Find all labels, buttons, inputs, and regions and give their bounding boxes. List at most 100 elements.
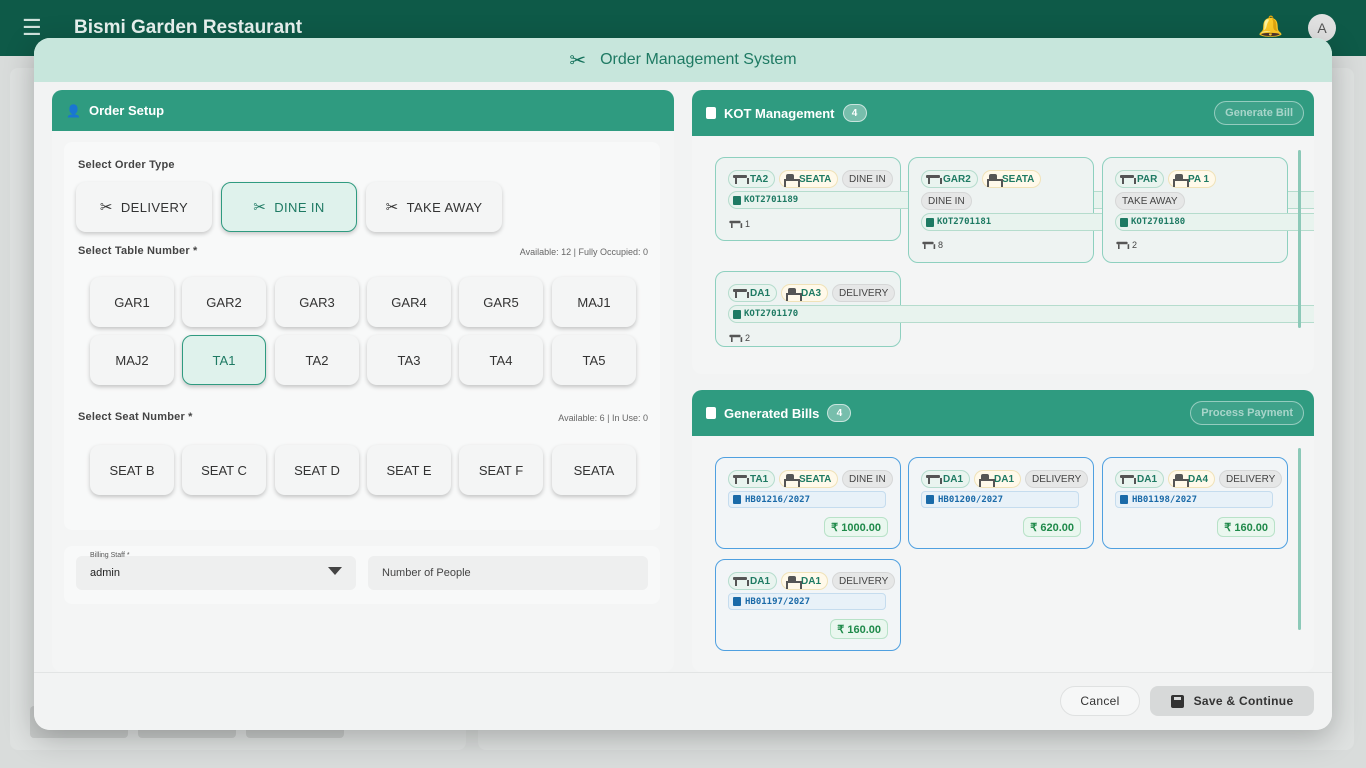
table-button-ta5[interactable]: TA5 <box>552 335 636 385</box>
kot-number-icon <box>733 195 741 205</box>
kot-card[interactable]: PARPA 1TAKE AWAYKOT27011802h33m2 <box>1102 157 1314 263</box>
seat-chip: DA1 <box>781 572 829 590</box>
seat-chip: SEATA <box>982 170 1042 188</box>
seat-button-seata[interactable]: SEATA <box>552 445 636 495</box>
order-type-label: TAKE AWAY <box>406 199 483 215</box>
billing-staff-value: admin <box>90 567 120 579</box>
order-type-label: Select Order Type <box>78 159 175 171</box>
table-icon <box>733 288 749 298</box>
seat-chip: DA3 <box>781 284 829 302</box>
order-type-dine-in-button[interactable]: ✂ DINE IN <box>221 182 357 232</box>
order-type-chip-text: TAKE AWAY <box>1122 195 1178 207</box>
bill-card[interactable]: DA1 DA1 DELIVERY HB01200/2027 ₹ 620.00 <box>908 457 1094 549</box>
process-payment-button[interactable]: Process Payment <box>1190 401 1304 425</box>
people-count: 2 <box>728 333 750 343</box>
table-icon <box>1120 474 1136 484</box>
kot-number-chip: KOT2701170 <box>728 305 1314 323</box>
kot-card[interactable]: TA2SEATADINE INKOT27011890h44m1 <box>715 157 1314 241</box>
table-button-gar3[interactable]: GAR3 <box>275 277 359 327</box>
modal-footer: Cancel Save & Continue <box>34 672 1332 730</box>
bills-title: Generated Bills <box>724 405 820 421</box>
table-button-gar4[interactable]: GAR4 <box>367 277 451 327</box>
table-button-ta4[interactable]: TA4 <box>459 335 543 385</box>
seat-button-seat-e[interactable]: SEAT E <box>367 445 451 495</box>
bill-card[interactable]: DA1 DA4 DELIVERY HB01198/2027 ₹ 160.00 <box>1102 457 1288 549</box>
kot-management-panel: KOT Management 4 Generate Bill TA2 SEATA D… <box>692 90 1314 374</box>
table-button-ta2[interactable]: TA2 <box>275 335 359 385</box>
save-continue-button[interactable]: Save & Continue <box>1150 686 1314 716</box>
table-chip-text: TA2 <box>750 173 769 185</box>
people-count-value: 8 <box>938 240 944 250</box>
table-chip: DA1 <box>921 470 971 488</box>
people-count: 8 <box>921 240 943 250</box>
seat-icon <box>1173 173 1189 187</box>
table-icon <box>733 474 749 484</box>
seat-button-seat-b[interactable]: SEAT B <box>90 445 174 495</box>
billing-staff-caption: Billing Staff * <box>90 552 130 559</box>
order-type-delivery-button[interactable]: ✂ DELIVERY <box>76 182 212 232</box>
order-setup-title: Order Setup <box>88 103 165 118</box>
table-button-gar1[interactable]: GAR1 <box>90 277 174 327</box>
order-type-chip: DINE IN <box>842 170 893 188</box>
bill-number: HB01197/2027 <box>728 593 886 610</box>
order-type-chip: DINE IN <box>842 470 893 488</box>
seat-button-seat-c[interactable]: SEAT C <box>182 445 266 495</box>
table-icon <box>926 474 942 484</box>
table-chip: GAR2 <box>921 170 978 188</box>
kot-card[interactable]: GAR2SEATADINE INKOT27011812h26m8 <box>908 157 1314 263</box>
order-setup-card: Select Order Type ✂ DELIVERY ✂ DINE IN ✂ TAKE… <box>64 142 660 530</box>
table-chip: DA1 <box>728 572 778 590</box>
seat-icon <box>784 173 800 187</box>
bill-amount: ₹ 620.00 <box>1023 517 1081 537</box>
bills-scrollbar[interactable] <box>1298 448 1301 630</box>
seat-icon <box>979 473 995 487</box>
table-icon <box>1120 174 1136 184</box>
table-button-maj1[interactable]: MAJ1 <box>552 277 636 327</box>
table-button-ta3[interactable]: TA3 <box>367 335 451 385</box>
utensils-icon: ✂ <box>385 199 399 216</box>
table-chip: PAR <box>1115 170 1165 188</box>
generate-bill-button[interactable]: Generate Bill <box>1214 101 1304 125</box>
order-type-take-away-button[interactable]: ✂ TAKE AWAY <box>366 182 502 232</box>
table-chip-text: DA1 <box>943 473 964 485</box>
seat-chip: PA 1 <box>1168 170 1217 188</box>
people-icon <box>1116 241 1130 249</box>
seat-chip-text: SEATA <box>799 473 832 485</box>
kot-scrollbar[interactable] <box>1298 150 1301 328</box>
order-type-label: DINE IN <box>274 199 325 215</box>
seat-button-seat-d[interactable]: SEAT D <box>275 445 359 495</box>
notification-bell-icon[interactable]: 🔔 <box>1258 14 1283 39</box>
cancel-button[interactable]: Cancel <box>1060 686 1140 716</box>
seat-chip: DA4 <box>1168 470 1216 488</box>
order-setup-panel: 👤 Order Setup Select Order Type ✂ DELIVER… <box>52 90 674 672</box>
bills-count-badge: 4 <box>827 404 852 422</box>
seat-icon <box>786 287 802 301</box>
table-button-gar5[interactable]: GAR5 <box>459 277 543 327</box>
bill-card[interactable]: DA1 DA1 DELIVERY HB01197/2027 ₹ 160.00 <box>715 559 901 651</box>
seat-chip-text: DA4 <box>1188 473 1209 485</box>
table-icon <box>733 576 749 586</box>
order-type-chip: DELIVERY <box>1025 470 1089 488</box>
billing-staff-select[interactable]: Billing Staff * admin <box>76 552 356 590</box>
table-button-ta1[interactable]: TA1 <box>182 335 266 385</box>
table-button-gar2[interactable]: GAR2 <box>182 277 266 327</box>
table-button-maj2[interactable]: MAJ2 <box>90 335 174 385</box>
order-type-chip: DELIVERY <box>1219 470 1283 488</box>
seat-button-seat-f[interactable]: SEAT F <box>459 445 543 495</box>
number-of-people-input[interactable]: Number of People <box>368 556 648 590</box>
table-chip: TA1 <box>728 470 776 488</box>
order-type-chip-text: DELIVERY <box>839 575 889 587</box>
seat-chip-text: SEATA <box>799 173 832 185</box>
kot-header: KOT Management 4 Generate Bill <box>692 90 1314 136</box>
bill-amount: ₹ 1000.00 <box>824 517 888 537</box>
table-chip-text: DA1 <box>750 575 771 587</box>
kot-card[interactable]: DA1DA3DELIVERYKOT27011704h9m2 <box>715 271 1314 347</box>
table-chip-text: DA1 <box>1137 473 1158 485</box>
bill-card[interactable]: TA1 SEATA DINE IN HB01216/2027 ₹ 1000.00 <box>715 457 901 549</box>
kot-number-icon <box>733 309 741 319</box>
modal-header: ✂ Order Management System <box>34 38 1332 82</box>
table-chip-text: TA1 <box>750 473 769 485</box>
seat-chip-text: DA1 <box>994 473 1015 485</box>
bill-number: HB01200/2027 <box>921 491 1079 508</box>
person-icon: 👤 <box>66 103 81 118</box>
